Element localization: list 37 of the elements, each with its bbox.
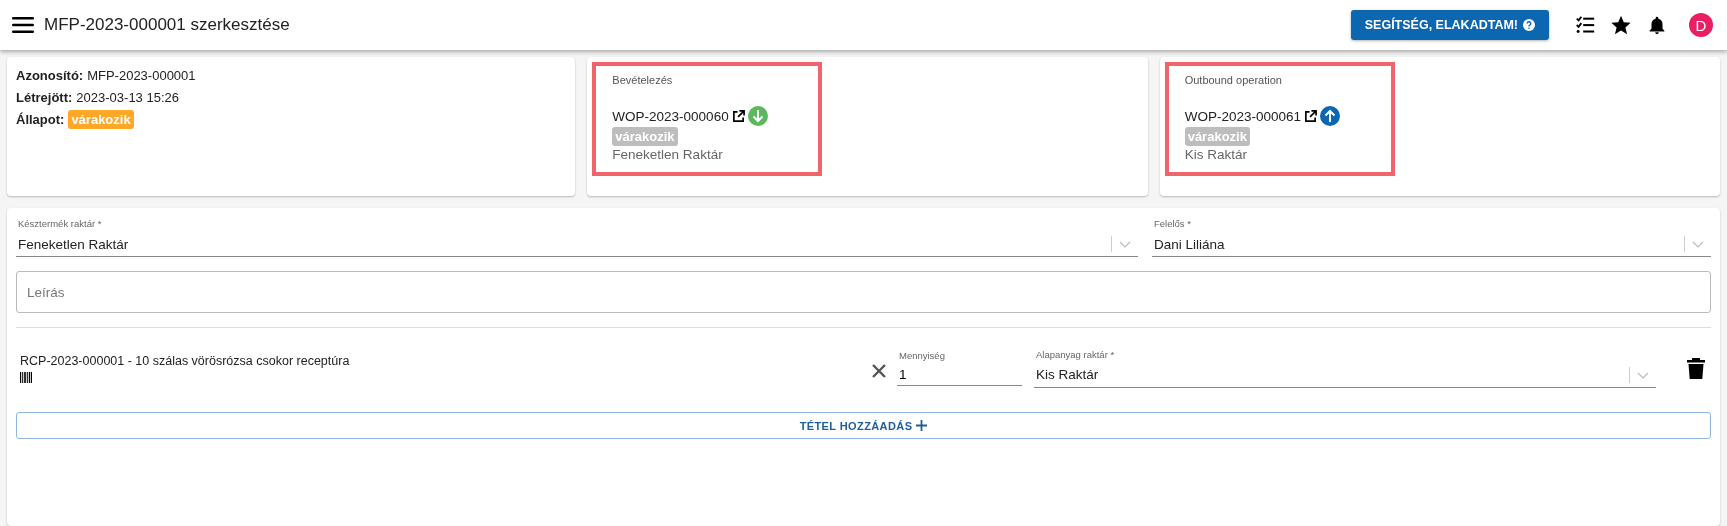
help-icon (1523, 19, 1535, 31)
external-link-icon[interactable] (731, 109, 745, 123)
field-value: 2023-03-13 15:26 (76, 89, 179, 105)
status-badge: várakozik (612, 127, 678, 146)
operation-link[interactable]: WOP-2023-000061 (1184, 108, 1301, 124)
warehouse-name: Feneketlen Raktár (612, 147, 724, 162)
recipe-name: RCP-2023-000001 - 10 szálas vörösrózsa csokor receptúra (20, 353, 351, 368)
plus-icon (916, 420, 928, 431)
field-value: MFP-2023-000001 (87, 67, 196, 83)
operation-heading: Outbound operation (1184, 74, 1283, 86)
operation-link[interactable]: WOP-2023-000060 (612, 108, 729, 124)
operation-heading: Bevételezés (612, 74, 674, 86)
status-badge: várakozik (1184, 127, 1250, 146)
external-link-icon[interactable] (1304, 109, 1317, 123)
field-label: Alapanyag raktár * (1036, 348, 1116, 362)
field-label: Azonosító: (16, 67, 84, 83)
close-icon[interactable] (870, 362, 888, 380)
select-field[interactable]: Dani Liliána (1152, 232, 1711, 257)
field-label: Felelős * (1154, 218, 1192, 231)
add-item-button[interactable]: TÉTEL HOZZÁADÁS (16, 412, 1711, 439)
trash-icon[interactable] (1686, 357, 1706, 379)
checklist-icon[interactable] (1574, 14, 1596, 36)
field-label: Mennyiség (899, 350, 946, 363)
field-label: Állapot: (16, 111, 65, 127)
warehouse-name: Kis Raktár (1184, 147, 1248, 162)
field-label: Létrejött: (16, 89, 73, 105)
user-avatar[interactable]: D (1689, 13, 1713, 37)
page-title: MFP-2023-000001 szerkesztése (44, 15, 291, 35)
help-button[interactable]: SEGÍTSÉG, ELAKADTAM! (1350, 10, 1549, 40)
select-field[interactable]: Feneketlen Raktár (16, 232, 1138, 257)
barcode-icon (20, 371, 32, 383)
status-badge: várakozik (68, 109, 134, 129)
description-field[interactable]: Leírás (16, 271, 1711, 313)
star-icon[interactable] (1610, 14, 1632, 36)
field-label: Késztermék raktár * (18, 218, 103, 231)
menu-icon[interactable] (12, 16, 34, 34)
select-field[interactable]: Kis Raktár (1034, 362, 1656, 388)
